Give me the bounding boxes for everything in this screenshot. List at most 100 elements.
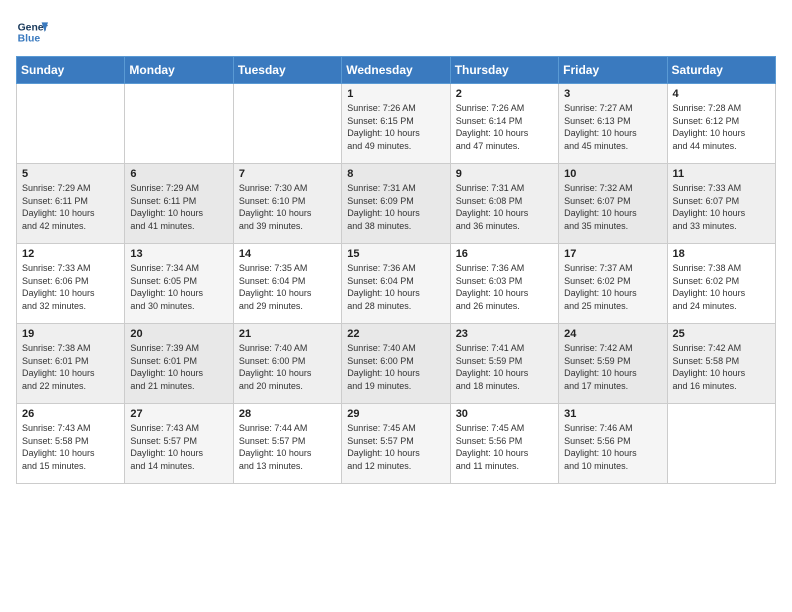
day-number: 27 bbox=[130, 408, 227, 420]
logo-icon: General Blue bbox=[16, 16, 48, 48]
calendar-cell: 19 Sunrise: 7:38 AM Sunset: 6:01 PM Dayli… bbox=[17, 324, 125, 404]
day-number: 15 bbox=[347, 248, 444, 260]
calendar-cell: 15 Sunrise: 7:36 AM Sunset: 6:04 PM Dayli… bbox=[342, 244, 450, 324]
calendar-cell: 6Sunrise: 7:29 AM Sunset: 6:11 PM Daylig… bbox=[125, 164, 233, 244]
day-info: Sunrise: 7:36 AM Sunset: 6:04 PM Dayligh… bbox=[347, 262, 444, 312]
day-info: Sunrise: 7:45 AM Sunset: 5:56 PM Dayligh… bbox=[456, 422, 553, 472]
calendar-cell: 17Sunrise: 7:37 AM Sunset: 6:02 PM Dayli… bbox=[559, 244, 667, 324]
calendar-cell: 29 Sunrise: 7:45 AM Sunset: 5:57 PM Dayli… bbox=[342, 404, 450, 484]
calendar-cell: 8 Sunrise: 7:31 AM Sunset: 6:09 PM Daylig… bbox=[342, 164, 450, 244]
day-info: Sunrise: 7:45 AM Sunset: 5:57 PM Dayligh… bbox=[347, 422, 444, 472]
calendar-cell: 20Sunrise: 7:39 AM Sunset: 6:01 PM Dayli… bbox=[125, 324, 233, 404]
day-number: 26 bbox=[22, 408, 119, 420]
calendar-week-row: 19 Sunrise: 7:38 AM Sunset: 6:01 PM Dayli… bbox=[17, 324, 776, 404]
calendar-cell: 18 Sunrise: 7:38 AM Sunset: 6:02 PM Dayli… bbox=[667, 244, 775, 324]
day-info: Sunrise: 7:31 AM Sunset: 6:08 PM Dayligh… bbox=[456, 182, 553, 232]
day-number: 28 bbox=[239, 408, 336, 420]
calendar-week-row: 26 Sunrise: 7:43 AM Sunset: 5:58 PM Dayli… bbox=[17, 404, 776, 484]
calendar-cell: 24Sunrise: 7:42 AM Sunset: 5:59 PM Dayli… bbox=[559, 324, 667, 404]
day-info: Sunrise: 7:43 AM Sunset: 5:58 PM Dayligh… bbox=[22, 422, 119, 472]
day-number: 8 bbox=[347, 168, 444, 180]
calendar-cell bbox=[17, 84, 125, 164]
calendar-header-row: SundayMondayTuesdayWednesdayThursdayFrid… bbox=[17, 57, 776, 84]
day-info: Sunrise: 7:26 AM Sunset: 6:14 PM Dayligh… bbox=[456, 102, 553, 152]
calendar-cell: 14 Sunrise: 7:35 AM Sunset: 6:04 PM Dayli… bbox=[233, 244, 341, 324]
day-number: 3 bbox=[564, 88, 661, 100]
calendar-cell bbox=[125, 84, 233, 164]
day-number: 4 bbox=[673, 88, 770, 100]
day-info: Sunrise: 7:39 AM Sunset: 6:01 PM Dayligh… bbox=[130, 342, 227, 392]
day-info: Sunrise: 7:35 AM Sunset: 6:04 PM Dayligh… bbox=[239, 262, 336, 312]
page-header: General Blue bbox=[16, 16, 776, 48]
day-info: Sunrise: 7:40 AM Sunset: 6:00 PM Dayligh… bbox=[347, 342, 444, 392]
day-info: Sunrise: 7:33 AM Sunset: 6:06 PM Dayligh… bbox=[22, 262, 119, 312]
day-number: 11 bbox=[673, 168, 770, 180]
day-number: 2 bbox=[456, 88, 553, 100]
day-number: 23 bbox=[456, 328, 553, 340]
calendar-week-row: 5 Sunrise: 7:29 AM Sunset: 6:11 PM Daylig… bbox=[17, 164, 776, 244]
logo: General Blue bbox=[16, 16, 52, 48]
calendar-cell: 23 Sunrise: 7:41 AM Sunset: 5:59 PM Dayli… bbox=[450, 324, 558, 404]
day-info: Sunrise: 7:38 AM Sunset: 6:01 PM Dayligh… bbox=[22, 342, 119, 392]
day-info: Sunrise: 7:37 AM Sunset: 6:02 PM Dayligh… bbox=[564, 262, 661, 312]
column-header-sunday: Sunday bbox=[17, 57, 125, 84]
calendar-cell: 7Sunrise: 7:30 AM Sunset: 6:10 PM Daylig… bbox=[233, 164, 341, 244]
day-number: 29 bbox=[347, 408, 444, 420]
calendar-cell: 30Sunrise: 7:45 AM Sunset: 5:56 PM Dayli… bbox=[450, 404, 558, 484]
day-number: 31 bbox=[564, 408, 661, 420]
calendar-cell: 13 Sunrise: 7:34 AM Sunset: 6:05 PM Dayli… bbox=[125, 244, 233, 324]
column-header-saturday: Saturday bbox=[667, 57, 775, 84]
day-info: Sunrise: 7:28 AM Sunset: 6:12 PM Dayligh… bbox=[673, 102, 770, 152]
calendar-cell: 4 Sunrise: 7:28 AM Sunset: 6:12 PM Daylig… bbox=[667, 84, 775, 164]
column-header-friday: Friday bbox=[559, 57, 667, 84]
day-info: Sunrise: 7:40 AM Sunset: 6:00 PM Dayligh… bbox=[239, 342, 336, 392]
day-info: Sunrise: 7:36 AM Sunset: 6:03 PM Dayligh… bbox=[456, 262, 553, 312]
day-info: Sunrise: 7:46 AM Sunset: 5:56 PM Dayligh… bbox=[564, 422, 661, 472]
day-number: 21 bbox=[239, 328, 336, 340]
day-number: 10 bbox=[564, 168, 661, 180]
calendar-cell: 21 Sunrise: 7:40 AM Sunset: 6:00 PM Dayli… bbox=[233, 324, 341, 404]
svg-text:Blue: Blue bbox=[18, 34, 41, 45]
day-number: 16 bbox=[456, 248, 553, 260]
day-info: Sunrise: 7:38 AM Sunset: 6:02 PM Dayligh… bbox=[673, 262, 770, 312]
day-info: Sunrise: 7:34 AM Sunset: 6:05 PM Dayligh… bbox=[130, 262, 227, 312]
day-info: Sunrise: 7:31 AM Sunset: 6:09 PM Dayligh… bbox=[347, 182, 444, 232]
day-number: 19 bbox=[22, 328, 119, 340]
day-number: 1 bbox=[347, 88, 444, 100]
column-header-wednesday: Wednesday bbox=[342, 57, 450, 84]
calendar-cell: 5Sunrise: 7:29 AM Sunset: 6:11 PM Daylig… bbox=[17, 164, 125, 244]
calendar-cell: 28 Sunrise: 7:44 AM Sunset: 5:57 PM Dayli… bbox=[233, 404, 341, 484]
day-info: Sunrise: 7:26 AM Sunset: 6:15 PM Dayligh… bbox=[347, 102, 444, 152]
calendar-cell: 3Sunrise: 7:27 AM Sunset: 6:13 PM Daylig… bbox=[559, 84, 667, 164]
calendar-cell bbox=[233, 84, 341, 164]
calendar-cell: 9 Sunrise: 7:31 AM Sunset: 6:08 PM Daylig… bbox=[450, 164, 558, 244]
calendar-cell: 12 Sunrise: 7:33 AM Sunset: 6:06 PM Dayli… bbox=[17, 244, 125, 324]
day-number: 13 bbox=[130, 248, 227, 260]
calendar-cell: 26 Sunrise: 7:43 AM Sunset: 5:58 PM Dayli… bbox=[17, 404, 125, 484]
calendar-week-row: 1 Sunrise: 7:26 AM Sunset: 6:15 PM Daylig… bbox=[17, 84, 776, 164]
day-number: 14 bbox=[239, 248, 336, 260]
day-info: Sunrise: 7:42 AM Sunset: 5:59 PM Dayligh… bbox=[564, 342, 661, 392]
day-info: Sunrise: 7:43 AM Sunset: 5:57 PM Dayligh… bbox=[130, 422, 227, 472]
day-number: 7 bbox=[239, 168, 336, 180]
calendar-cell: 27 Sunrise: 7:43 AM Sunset: 5:57 PM Dayli… bbox=[125, 404, 233, 484]
day-number: 18 bbox=[673, 248, 770, 260]
day-info: Sunrise: 7:44 AM Sunset: 5:57 PM Dayligh… bbox=[239, 422, 336, 472]
day-info: Sunrise: 7:42 AM Sunset: 5:58 PM Dayligh… bbox=[673, 342, 770, 392]
day-info: Sunrise: 7:29 AM Sunset: 6:11 PM Dayligh… bbox=[130, 182, 227, 232]
calendar-cell bbox=[667, 404, 775, 484]
calendar-week-row: 12 Sunrise: 7:33 AM Sunset: 6:06 PM Dayli… bbox=[17, 244, 776, 324]
day-info: Sunrise: 7:41 AM Sunset: 5:59 PM Dayligh… bbox=[456, 342, 553, 392]
column-header-thursday: Thursday bbox=[450, 57, 558, 84]
calendar-cell: 25 Sunrise: 7:42 AM Sunset: 5:58 PM Dayli… bbox=[667, 324, 775, 404]
day-number: 9 bbox=[456, 168, 553, 180]
day-number: 12 bbox=[22, 248, 119, 260]
calendar-cell: 10Sunrise: 7:32 AM Sunset: 6:07 PM Dayli… bbox=[559, 164, 667, 244]
calendar-cell: 22Sunrise: 7:40 AM Sunset: 6:00 PM Dayli… bbox=[342, 324, 450, 404]
day-number: 5 bbox=[22, 168, 119, 180]
calendar-cell: 31 Sunrise: 7:46 AM Sunset: 5:56 PM Dayli… bbox=[559, 404, 667, 484]
day-info: Sunrise: 7:33 AM Sunset: 6:07 PM Dayligh… bbox=[673, 182, 770, 232]
day-number: 25 bbox=[673, 328, 770, 340]
calendar-cell: 16 Sunrise: 7:36 AM Sunset: 6:03 PM Dayli… bbox=[450, 244, 558, 324]
calendar-cell: 11 Sunrise: 7:33 AM Sunset: 6:07 PM Dayli… bbox=[667, 164, 775, 244]
